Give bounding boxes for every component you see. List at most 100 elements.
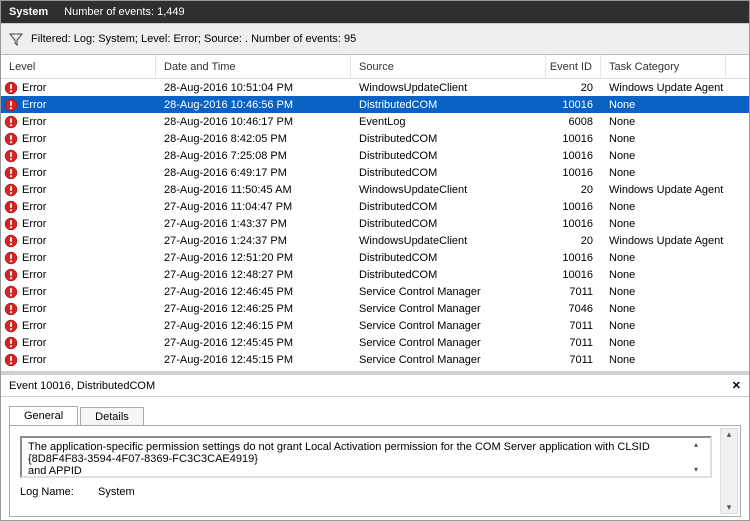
table-row[interactable]: Error27-Aug-2016 12:45:45 PMService Cont…: [1, 334, 749, 351]
scroll-down-icon[interactable]: ▾: [727, 502, 732, 513]
column-header-source[interactable]: Source: [351, 55, 546, 78]
column-header-task[interactable]: Task Category: [601, 55, 726, 78]
error-icon: [4, 234, 18, 248]
level-text: Error: [22, 150, 46, 162]
table-row[interactable]: Error28-Aug-2016 11:50:45 AMWindowsUpdat…: [1, 181, 749, 198]
error-icon: [4, 115, 18, 129]
event-count-subtitle: Number of events: 1,449: [64, 6, 184, 18]
cell-level: Error: [1, 200, 156, 214]
table-row[interactable]: Error28-Aug-2016 10:46:56 PMDistributedC…: [1, 96, 749, 113]
cell-eventid: 10016: [546, 252, 601, 264]
table-row[interactable]: Error27-Aug-2016 1:43:37 PMDistributedCO…: [1, 215, 749, 232]
table-row[interactable]: Error27-Aug-2016 12:45:15 PMService Cont…: [1, 351, 749, 368]
tab-general[interactable]: General: [9, 406, 78, 426]
cell-date: 28-Aug-2016 11:50:45 AM: [156, 184, 351, 196]
error-icon: [4, 149, 18, 163]
cell-level: Error: [1, 132, 156, 146]
level-text: Error: [22, 235, 46, 247]
cell-task: None: [601, 218, 726, 230]
filter-description: Filtered: Log: System; Level: Error; Sou…: [31, 33, 356, 45]
cell-level: Error: [1, 285, 156, 299]
scroll-up-icon[interactable]: ▴: [694, 440, 708, 449]
cell-source: Service Control Manager: [351, 354, 546, 366]
cell-source: DistributedCOM: [351, 99, 546, 111]
level-text: Error: [22, 371, 46, 372]
cell-eventid: 20: [546, 82, 601, 94]
cell-level: Error: [1, 370, 156, 372]
cell-source: WindowsUpdateClient: [351, 82, 546, 94]
level-text: Error: [22, 184, 46, 196]
table-row[interactable]: Error27-Aug-2016 12:46:45 PMService Cont…: [1, 283, 749, 300]
cell-source: Service Control Manager: [351, 337, 546, 349]
cell-eventid: 10016: [546, 150, 601, 162]
details-properties: Log Name: System: [20, 486, 712, 498]
cell-eventid: 7011: [546, 354, 601, 366]
table-row[interactable]: Error28-Aug-2016 8:42:05 PMDistributedCO…: [1, 130, 749, 147]
details-tabs: General Details: [1, 397, 749, 425]
cell-task: Windows Update Agent: [601, 184, 726, 196]
cell-level: Error: [1, 81, 156, 95]
error-icon: [4, 98, 18, 112]
cell-source: Service Control Manager: [351, 371, 546, 372]
scroll-down-icon[interactable]: ▾: [694, 465, 708, 474]
table-row[interactable]: Error27-Aug-2016 12:46:15 PMService Cont…: [1, 317, 749, 334]
cell-eventid: 10016: [546, 269, 601, 281]
cell-eventid: 20: [546, 184, 601, 196]
event-message-box[interactable]: The application-specific permission sett…: [20, 436, 712, 478]
table-row[interactable]: Error27-Aug-2016 1:24:37 PMWindowsUpdate…: [1, 232, 749, 249]
table-row[interactable]: Error28-Aug-2016 10:51:04 PMWindowsUpdat…: [1, 79, 749, 96]
column-header-date[interactable]: Date and Time: [156, 55, 351, 78]
cell-task: None: [601, 303, 726, 315]
table-row[interactable]: Error27-Aug-2016 11:04:47 PMDistributedC…: [1, 198, 749, 215]
level-text: Error: [22, 116, 46, 128]
tab-details[interactable]: Details: [80, 407, 144, 426]
event-list-body[interactable]: Error28-Aug-2016 10:51:04 PMWindowsUpdat…: [1, 79, 749, 371]
column-header-level[interactable]: Level: [1, 55, 156, 78]
table-row[interactable]: Error27-Aug-2016 12:46:25 PMService Cont…: [1, 300, 749, 317]
cell-eventid: 10016: [546, 218, 601, 230]
cell-date: 28-Aug-2016 10:46:17 PM: [156, 116, 351, 128]
cell-level: Error: [1, 166, 156, 180]
table-row[interactable]: Error28-Aug-2016 7:25:08 PMDistributedCO…: [1, 147, 749, 164]
table-row[interactable]: Error 27-Aug-2016 12:44:45 PMService Cont…: [1, 368, 749, 371]
scroll-up-icon[interactable]: ▴: [727, 429, 732, 440]
level-text: Error: [22, 303, 46, 315]
cell-eventid: 7011: [546, 371, 601, 372]
table-row[interactable]: Error28-Aug-2016 6:49:17 PMDistributedCO…: [1, 164, 749, 181]
level-text: Error: [22, 337, 46, 349]
cell-task: None: [601, 286, 726, 298]
details-scrollbar[interactable]: ▴ ▾: [720, 428, 738, 514]
cell-task: None: [601, 116, 726, 128]
cell-level: Error: [1, 268, 156, 282]
filter-icon: [9, 32, 23, 46]
table-row[interactable]: Error27-Aug-2016 12:51:20 PMDistributedC…: [1, 249, 749, 266]
cell-date: 27-Aug-2016 12:46:45 PM: [156, 286, 351, 298]
cell-date: 27-Aug-2016 1:43:37 PM: [156, 218, 351, 230]
cell-eventid: 7046: [546, 303, 601, 315]
cell-source: DistributedCOM: [351, 201, 546, 213]
cell-task: None: [601, 150, 726, 162]
level-text: Error: [22, 320, 46, 332]
cell-source: Service Control Manager: [351, 286, 546, 298]
error-icon: [4, 251, 18, 265]
table-row[interactable]: Error28-Aug-2016 10:46:17 PMEventLog6008…: [1, 113, 749, 130]
cell-date: 27-Aug-2016 12:46:15 PM: [156, 320, 351, 332]
error-icon: [4, 285, 18, 299]
cell-level: Error: [1, 234, 156, 248]
close-details-button[interactable]: ✕: [732, 379, 741, 392]
filter-bar: Filtered: Log: System; Level: Error; Sou…: [1, 23, 749, 55]
event-message-line: {8D8F4F83-3594-4F07-8369-FC3C3CAE4919}: [28, 453, 704, 465]
cell-eventid: 10016: [546, 133, 601, 145]
cell-level: Error: [1, 98, 156, 112]
log-name-title: System: [9, 6, 48, 18]
error-icon: [4, 268, 18, 282]
logname-value: System: [98, 486, 135, 498]
cell-eventid: 6008: [546, 116, 601, 128]
cell-level: Error: [1, 336, 156, 350]
level-text: Error: [22, 218, 46, 230]
column-header-eventid[interactable]: Event ID: [546, 55, 601, 78]
message-scroll[interactable]: ▴ ▾: [694, 440, 708, 474]
cell-eventid: 10016: [546, 99, 601, 111]
table-row[interactable]: Error27-Aug-2016 12:48:27 PMDistributedC…: [1, 266, 749, 283]
cell-date: 27-Aug-2016 12:44:45 PM: [156, 371, 351, 372]
